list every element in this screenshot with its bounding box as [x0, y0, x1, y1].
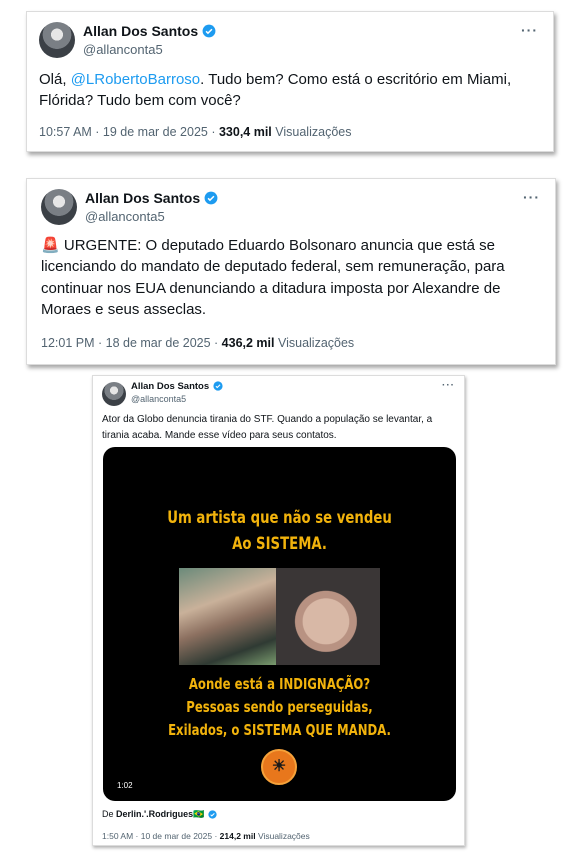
video-caption-top-2: Ao SISTEMA. — [232, 534, 327, 554]
tweet-text: Olá, @LRobertoBarroso. Tudo bem? Como es… — [39, 69, 544, 112]
author-name[interactable]: Allan Dos Santos — [83, 23, 216, 39]
verified-badge-icon — [208, 810, 218, 819]
tweet-text-part: Olá, — [39, 71, 71, 88]
tweet-text: 🚨 URGENTE: O deputado Eduardo Bolsonaro … — [41, 235, 546, 320]
mention-link[interactable]: @LRobertoBarroso — [71, 71, 200, 88]
author-name[interactable]: Allan Dos Santos — [85, 190, 218, 206]
views-label: Visualizações — [274, 336, 355, 350]
verified-badge-icon — [204, 191, 218, 205]
video-frame-left — [179, 568, 276, 665]
flag-icon: 🇧🇷 — [193, 809, 205, 819]
avatar[interactable] — [102, 382, 126, 406]
views-count: 214,2 mil — [219, 831, 256, 841]
timestamp-link[interactable]: 12:01 PM · 18 de mar de 2025 · — [41, 336, 222, 350]
views-label: Visualizações — [255, 831, 310, 841]
views-count: 436,2 mil — [221, 336, 275, 350]
more-options-icon[interactable]: ··· — [442, 380, 455, 391]
tweet-card-2[interactable]: Allan Dos Santos @allanconta5 ··· 🚨 URGE… — [26, 178, 556, 365]
avatar[interactable] — [39, 22, 75, 58]
author-handle[interactable]: @allanconta5 — [83, 42, 163, 57]
author-handle[interactable]: @allanconta5 — [131, 394, 186, 404]
views-count: 330,4 mil — [218, 125, 272, 139]
video-caption-bottom-1: Aonde está a INDIGNAÇÃO? — [188, 675, 371, 693]
timestamp-link[interactable]: 1:50 AM · 10 de mar de 2025 · — [102, 831, 220, 841]
video-caption-bottom-2: Pessoas sendo perseguidas, — [186, 698, 373, 716]
video-caption-bottom-3: Exilados, o SISTEMA QUE MANDA. — [168, 721, 391, 739]
tweet-meta: 1:50 AM · 10 de mar de 2025 · 214,2 mil … — [102, 831, 310, 841]
tweet-card-3[interactable]: Allan Dos Santos @allanconta5 ··· Ator d… — [92, 375, 465, 846]
video-caption-top-1: Um artista que não se vendeu — [167, 508, 392, 528]
video-frame-right — [276, 568, 380, 665]
tweet-meta: 10:57 AM · 19 de mar de 2025 · 330,4 mil… — [39, 125, 351, 139]
channel-logo-icon: ☀ — [261, 749, 297, 785]
video-player[interactable]: Um artista que não se vendeu Ao SISTEMA.… — [103, 447, 456, 801]
source-prefix: De — [102, 809, 117, 819]
timestamp-link[interactable]: 10:57 AM · 19 de mar de 2025 · — [39, 125, 219, 139]
avatar[interactable] — [41, 189, 77, 225]
verified-badge-icon — [202, 24, 216, 38]
tweet-card-1[interactable]: Allan Dos Santos @allanconta5 ··· Olá, @… — [26, 11, 554, 152]
author-name[interactable]: Allan Dos Santos — [131, 381, 223, 392]
views-label: Visualizações — [271, 125, 352, 139]
more-options-icon[interactable]: ··· — [523, 189, 540, 205]
siren-emoji-icon: 🚨 — [41, 237, 60, 254]
more-options-icon[interactable]: ··· — [521, 22, 538, 38]
video-duration: 1:02 — [117, 781, 133, 790]
verified-badge-icon — [213, 381, 223, 391]
tweet-text-part: URGENTE: O deputado Eduardo Bolsonaro an… — [41, 237, 505, 318]
tweet-meta: 12:01 PM · 18 de mar de 2025 · 436,2 mil… — [41, 336, 354, 350]
tweet-text: Ator da Globo denuncia tirania do STF. Q… — [102, 414, 433, 441]
video-source: De Derlin.'.Rodrigues🇧🇷 — [102, 809, 218, 820]
source-link[interactable]: Derlin.'.Rodrigues — [116, 809, 193, 819]
author-handle[interactable]: @allanconta5 — [85, 209, 165, 224]
